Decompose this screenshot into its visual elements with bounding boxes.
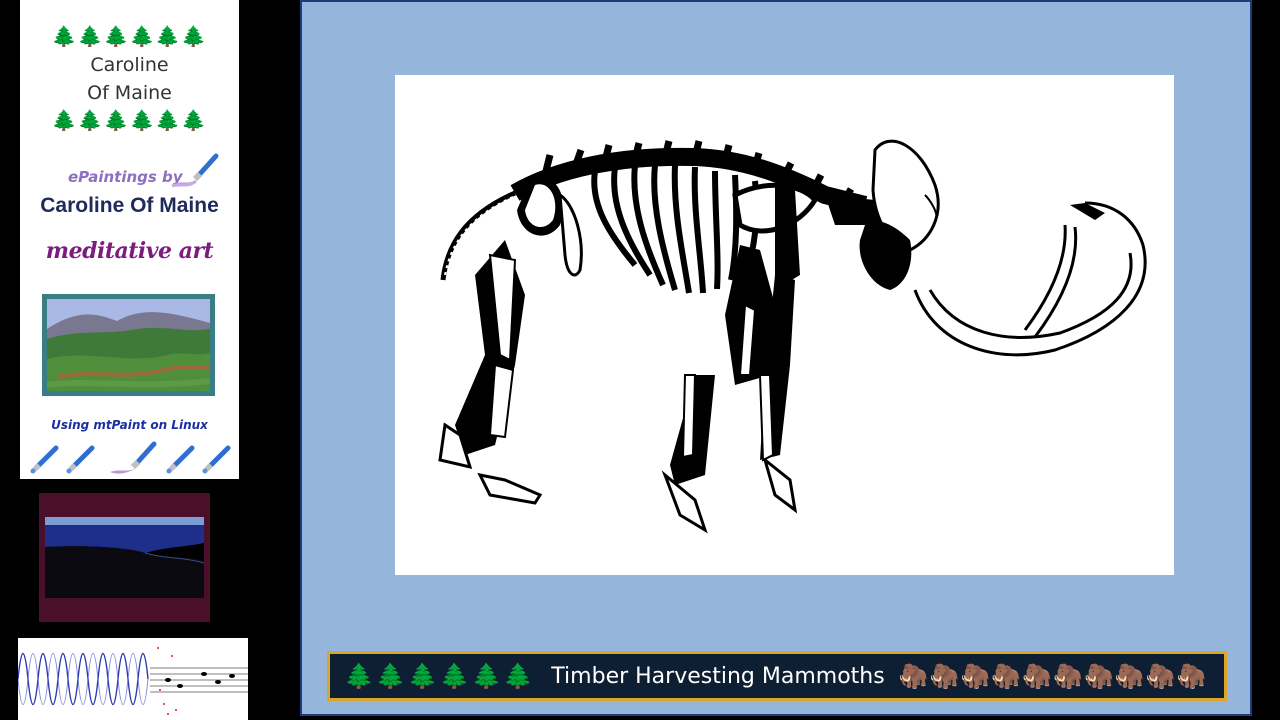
brand-name: Caroline Of Maine bbox=[40, 194, 219, 217]
music-wave-thumbnail[interactable] bbox=[18, 638, 248, 720]
caption-title: Timber Harvesting Mammoths bbox=[551, 663, 885, 689]
caption-mammoth-icons: 🦣🦣🦣🦣🦣🦣🦣🦣🦣🦣 bbox=[898, 662, 1208, 690]
caption-bar: 🌲🌲🌲🌲🌲🌲 Timber Harvesting Mammoths 🦣🦣🦣🦣🦣🦣… bbox=[327, 651, 1227, 701]
epaintings-label: ePaintings by bbox=[68, 168, 183, 186]
paintbrush-icon bbox=[166, 445, 195, 474]
mammoth-skeleton-illustration bbox=[438, 139, 1147, 534]
paintbrush-icon bbox=[171, 153, 219, 188]
channel-name-line-2: Of Maine bbox=[87, 82, 172, 104]
paintbrush-icon bbox=[110, 441, 157, 474]
paintbrush-icon bbox=[30, 445, 59, 474]
channel-name-line-1: Caroline bbox=[90, 54, 169, 76]
tree-row-bottom: 🌲🌲🌲🌲🌲🌲 bbox=[51, 108, 208, 132]
landscape-painting-thumbnail[interactable] bbox=[42, 294, 215, 396]
main-canvas-frame: 🌲🌲🌲🌲🌲🌲 Timber Harvesting Mammoths 🦣🦣🦣🦣🦣🦣… bbox=[300, 0, 1252, 716]
night-painting-thumbnail[interactable] bbox=[39, 493, 210, 622]
landscape-painting-image bbox=[47, 299, 210, 391]
epaintings-row: ePaintings by bbox=[20, 150, 239, 190]
caption-tree-icons: 🌲🌲🌲🌲🌲🌲 bbox=[344, 662, 536, 690]
sidebar-card: 🌲🌲🌲🌲🌲🌲 Caroline Of Maine 🌲🌲🌲🌲🌲🌲 ePaintin… bbox=[20, 0, 239, 479]
using-mtpaint-label: Using mtPaint on Linux bbox=[51, 418, 208, 432]
paintbrush-icon bbox=[202, 445, 231, 474]
paintbrush-icon bbox=[66, 445, 95, 474]
tagline: meditative art bbox=[45, 238, 214, 264]
music-wave-image bbox=[18, 647, 248, 715]
mammoth-skeleton-drawing[interactable] bbox=[395, 75, 1174, 575]
night-painting-image bbox=[45, 517, 204, 598]
paintbrush-row bbox=[30, 440, 233, 476]
tree-row-top: 🌲🌲🌲🌲🌲🌲 bbox=[51, 24, 208, 48]
